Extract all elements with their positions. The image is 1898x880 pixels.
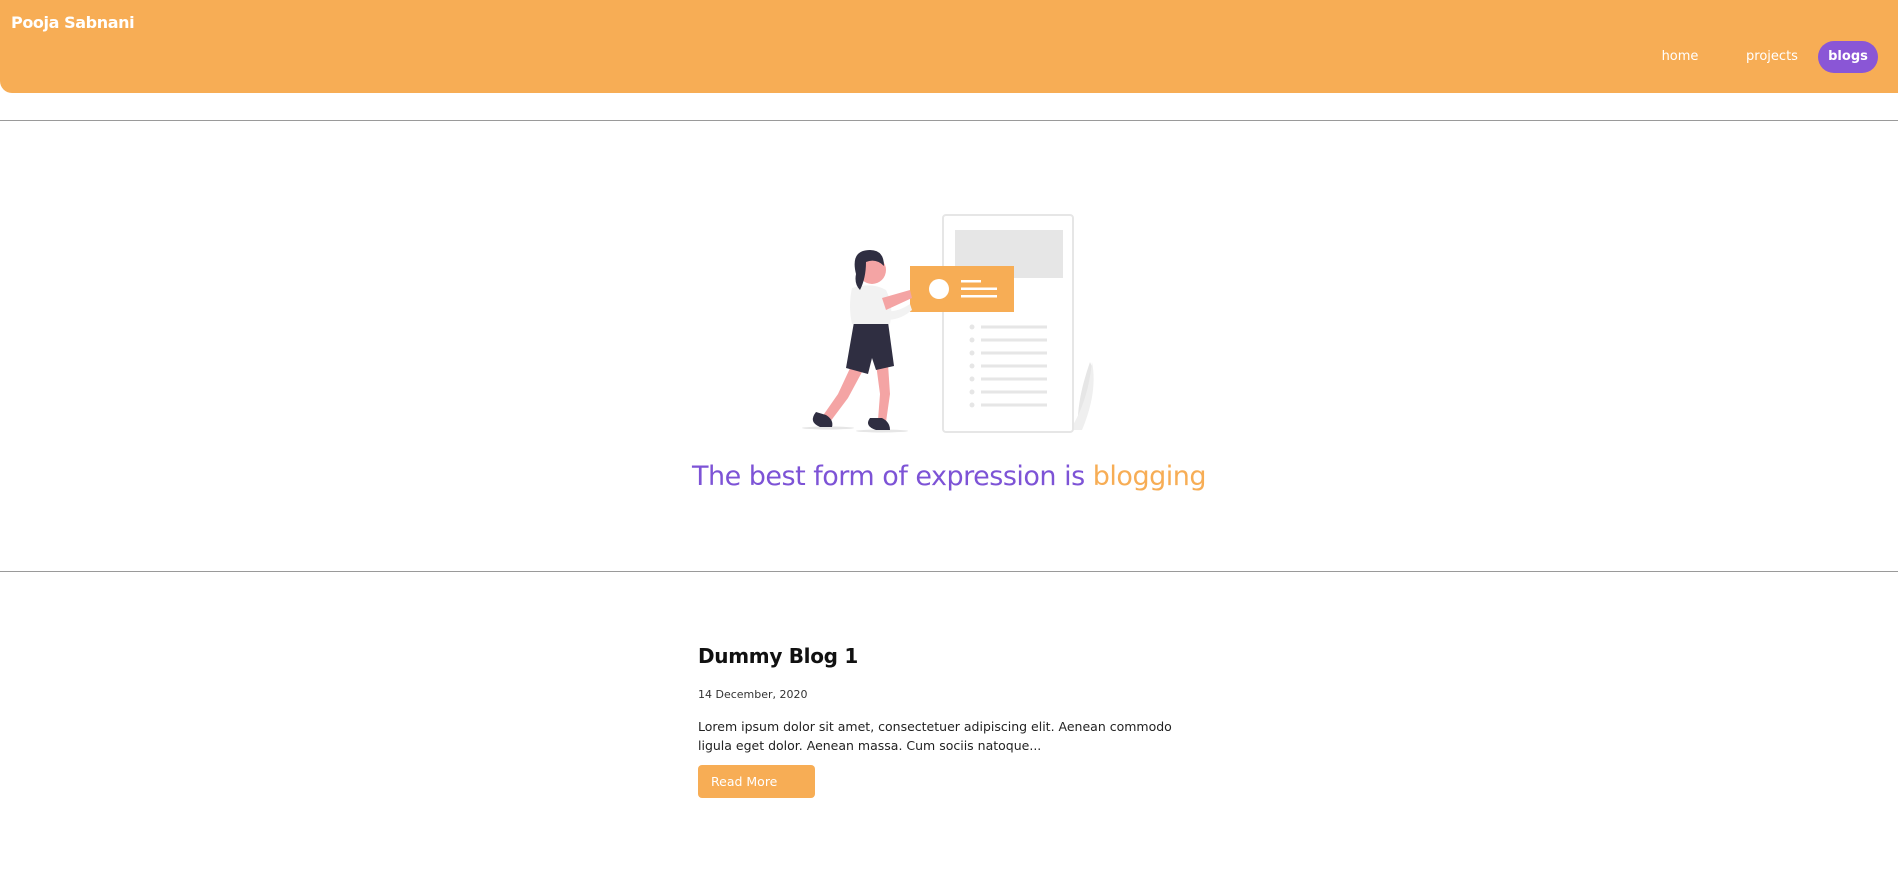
top-navbar: Pooja Sabnani home projects blogs — [0, 0, 1898, 93]
blog-card: Dummy Blog 1 14 December, 2020 Lorem ips… — [698, 640, 1198, 798]
blog-excerpt: Lorem ipsum dolor sit amet, consectetuer… — [698, 719, 1172, 753]
read-more-button[interactable]: Read More — [698, 765, 815, 798]
tagline-main: The best form of expression is — [691, 461, 1085, 492]
nav-home-link[interactable]: home — [1648, 41, 1712, 73]
blog-title[interactable]: Dummy Blog 1 — [698, 640, 1198, 672]
nav-projects-link[interactable]: projects — [1731, 41, 1813, 73]
middle-divider — [0, 571, 1898, 572]
nav-blogs-link[interactable]: blogs — [1818, 41, 1878, 73]
blogging-illustration — [802, 214, 1094, 433]
top-divider — [0, 120, 1898, 121]
site-brand[interactable]: Pooja Sabnani — [11, 13, 135, 32]
tagline-accent: blogging — [1092, 461, 1207, 492]
card-avatar-dot — [929, 279, 949, 299]
hero-tagline: The best form of expression is blogging — [0, 461, 1898, 492]
blog-date: 14 December, 2020 — [698, 688, 808, 701]
woman-figure — [812, 250, 912, 430]
